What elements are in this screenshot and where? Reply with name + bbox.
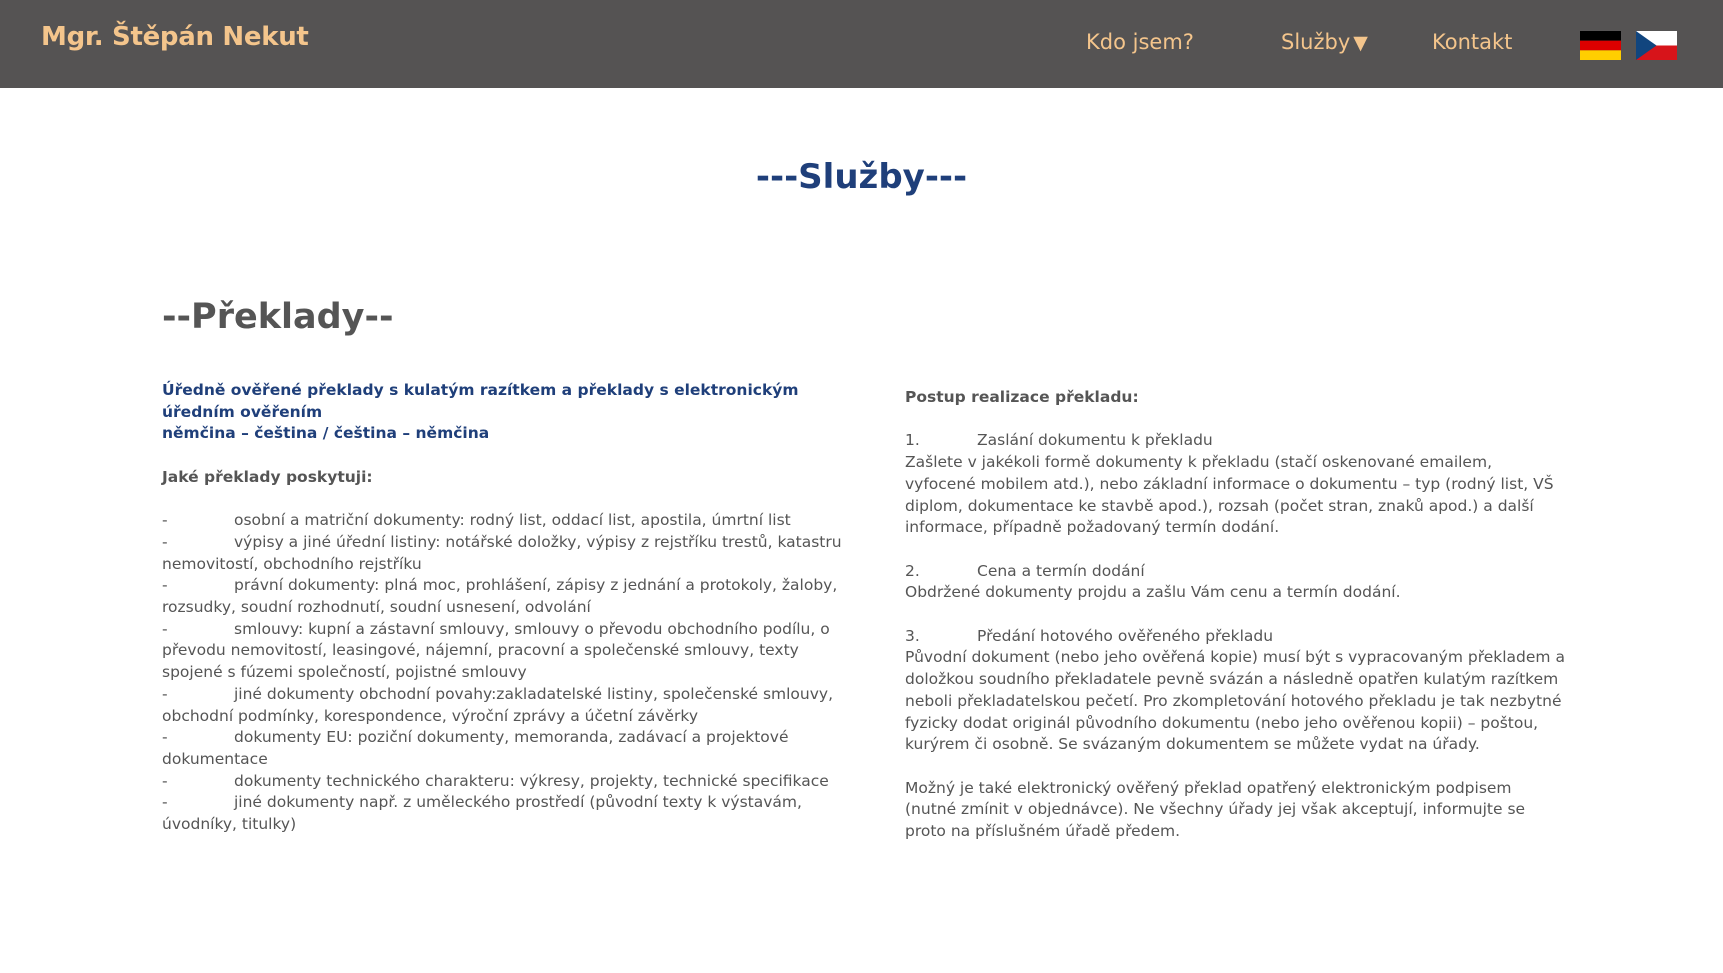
list-item: - výpisy a jiné úřední listiny: notářské … [162,532,842,575]
section-heading-translations: --Překlady-- [162,297,394,337]
nav-link-about[interactable]: Kdo jsem? [1086,30,1194,54]
step-text: Zašlete v jakékoli formě dokumenty k pře… [905,453,1554,537]
nav-services-label: Služby [1281,30,1351,54]
list-item-text: jiné dokumenty např. z uměleckého prostř… [162,793,802,834]
list-item-text: smlouvy: kupní a zástavní smlouvy, smlou… [162,619,830,682]
german-flag-icon[interactable] [1580,31,1621,60]
step-title-row: 3. Předání hotového ověřeného překladu [905,626,1565,648]
bullet-marker: - [162,576,168,595]
list-item: - dokumenty EU: poziční dokumenty, memora… [162,727,842,770]
electronic-translation-note: Možný je také elektronický ověřený překl… [905,778,1526,840]
step-title: Zaslání dokumentu k překladu [977,431,1213,450]
intro-line-languages: němčina – čeština / čeština – němčina [162,424,490,443]
services-question: Jaké překlady poskytuji: [162,467,373,486]
list-item-text: osobní a matriční dokumenty: rodný list,… [234,511,791,530]
step-title-row: 1. Zaslání dokumentu k překladu [905,430,1565,452]
nav-link-contact[interactable]: Kontakt [1432,30,1512,54]
list-item: - dokumenty technického charakteru: výkre… [162,771,842,793]
list-item: - jiné dokumenty např. z uměleckého prost… [162,792,842,835]
bullet-marker: - [162,532,168,551]
top-navbar: Mgr. Štěpán Nekut Kdo jsem? Služby ▼ Kont… [0,0,1723,88]
german-flag-graphic [1580,31,1621,60]
intro-line-certified: Úředně ověřené překlady s kulatým razítk… [162,381,799,421]
nav-dropdown-services[interactable]: Služby ▼ [1281,30,1368,54]
process-right-column: Postup realizace překladu: 1. Zaslání dok… [905,387,1565,843]
list-item: - osobní a matriční dokumenty: rodný list… [162,510,842,532]
bullet-marker: - [162,728,168,747]
translations-left-column: Úředně ověřené překlady s kulatým razítk… [162,380,842,836]
list-item-text: výpisy a jiné úřední listiny: notářské d… [162,532,842,573]
bullet-marker: - [162,793,168,812]
list-item-text: jiné dokumenty obchodní povahy:zakladate… [162,684,834,725]
list-item-text: dokumenty EU: poziční dokumenty, memoran… [162,728,789,768]
step-title: Předání hotového ověřeného překladu [977,626,1274,645]
step-text: Obdržené dokumenty projdu a zašlu Vám ce… [905,583,1401,602]
list-item-text: právní dokumenty: plná moc, prohlášení, … [162,576,838,616]
bullet-marker: - [162,771,168,790]
caret-down-icon: ▼ [1353,32,1368,54]
process-heading: Postup realizace překladu: [905,388,1139,406]
step-number: 1. [905,431,920,450]
site-brand-link[interactable]: Mgr. Štěpán Nekut [41,22,309,52]
czech-flag-graphic [1636,31,1677,60]
bullet-marker: - [162,511,168,530]
page-title: ---Služby--- [755,157,968,197]
bullet-marker: - [162,684,168,703]
step-text: Původní dokument (nebo jeho ověřená kopi… [905,648,1565,754]
step-title-row: 2. Cena a termín dodání [905,561,1565,583]
step-title: Cena a termín dodání [977,561,1145,580]
list-item-text: dokumenty technického charakteru: výkres… [234,771,829,790]
step-number: 3. [905,626,920,645]
list-item: - jiné dokumenty obchodní povahy:zakladat… [162,684,842,727]
list-item: - smlouvy: kupní a zástavní smlouvy, smlo… [162,619,842,684]
czech-flag-icon[interactable] [1636,31,1677,60]
bullet-marker: - [162,619,168,638]
step-number: 2. [905,561,920,580]
list-item: - právní dokumenty: plná moc, prohlášení,… [162,575,842,618]
